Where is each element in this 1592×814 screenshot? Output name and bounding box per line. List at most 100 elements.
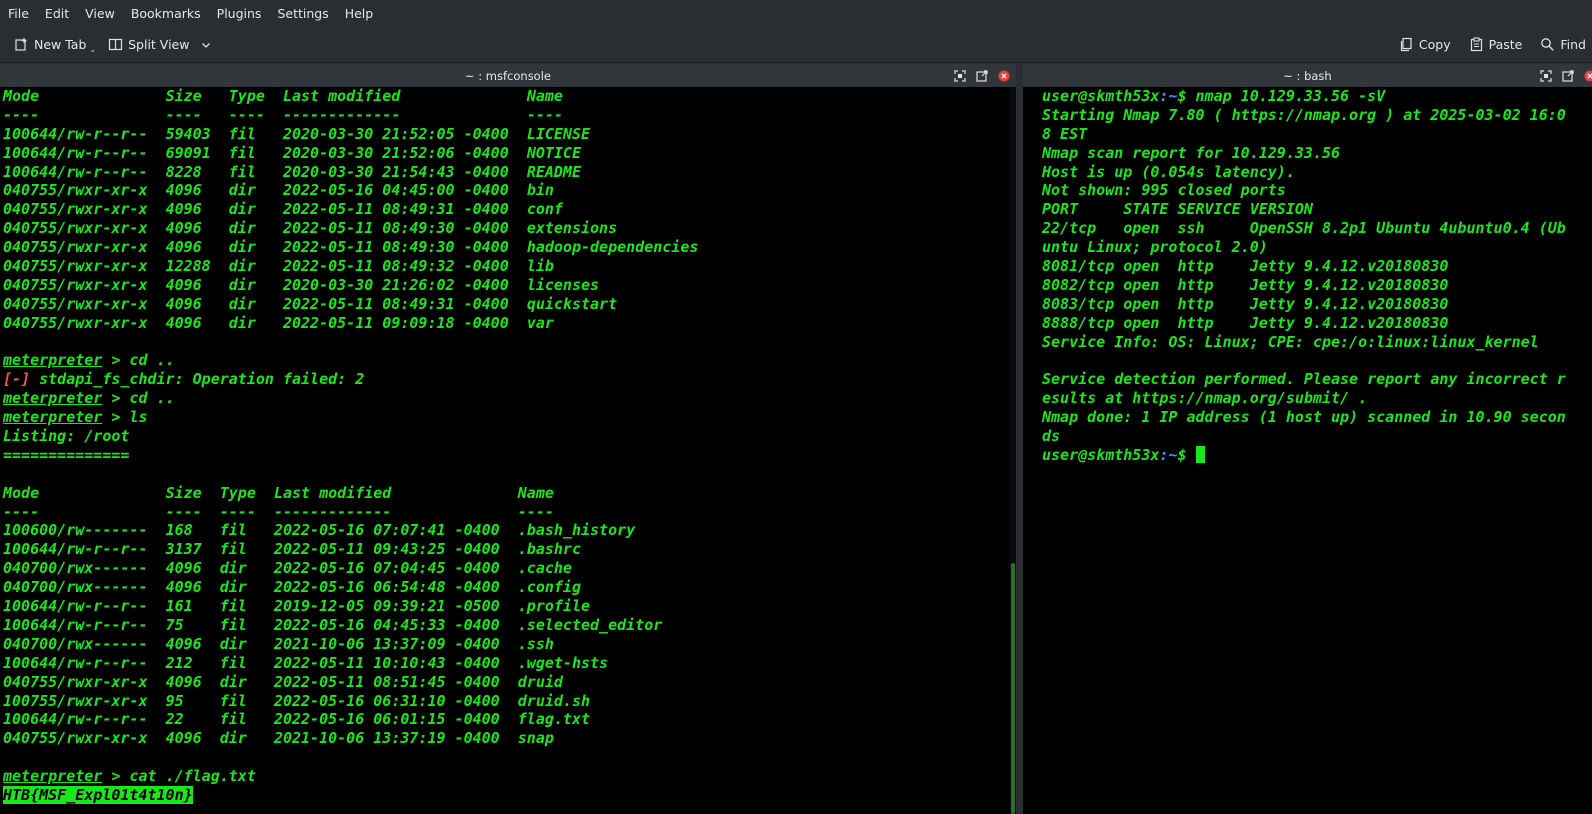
cell-size: 4096: [165, 729, 220, 748]
command-line-ls: meterpreter > ls: [3, 408, 1010, 427]
cell-mode: 040755/rwxr-xr-x: [3, 181, 166, 200]
cell-size: Size: [165, 483, 220, 502]
bash-prompt-line: user@skmth53x:~$: [1042, 445, 1592, 465]
cell-mode: 100644/rw-r--r--: [3, 615, 166, 634]
cell-type: fil: [219, 597, 274, 616]
cell-name: README: [526, 162, 581, 181]
cell-name: .config: [517, 578, 581, 597]
cell-mode: ----: [3, 105, 166, 124]
cell-type: fil: [219, 691, 274, 710]
table-row: 100644/rw-r--r-- 3137 fil 2022-05-11 09:…: [3, 540, 1010, 559]
cell-name: LICENSE: [526, 124, 591, 143]
cell-size: 59403: [165, 124, 229, 143]
listing-separator-row: ---- ---- ---- ------------- ----: [3, 106, 1010, 125]
cell-last-modified: 2019-12-05 09:39:21 -0500: [273, 597, 518, 616]
menu-bookmarks[interactable]: Bookmarks: [123, 0, 209, 27]
cell-name: .ssh: [517, 634, 554, 653]
bash-user: user@skmth53x: [1042, 445, 1160, 464]
cell-mode: 040755/rwxr-xr-x: [3, 200, 166, 219]
new-tab-label: New Tab: [34, 37, 87, 52]
cell-name: ----: [526, 105, 563, 124]
nmap-output-line: [1042, 351, 1592, 370]
cell-name: lib: [526, 257, 554, 276]
table-row: 100644/rw-r--r-- 69091 fil 2020-03-30 21…: [3, 144, 1010, 163]
cell-mode: 100600/rw-------: [3, 521, 166, 540]
cell-type: dir: [228, 181, 283, 200]
cell-type: fil: [228, 124, 283, 143]
table-row: 040755/rwxr-xr-x 4096 dir 2022-05-11 08:…: [3, 295, 1010, 314]
cell-size: 4096: [165, 672, 220, 691]
table-row: 100644/rw-r--r-- 22 fil 2022-05-16 06:01…: [3, 710, 1010, 729]
cell-size: 12288: [165, 257, 229, 276]
split-divider[interactable]: [1016, 64, 1023, 814]
detach-pane-icon[interactable]: [976, 69, 988, 82]
maximize-pane-icon[interactable]: [1540, 69, 1552, 82]
cell-last-modified: 2020-03-30 21:52:06 -0400: [282, 143, 527, 162]
nmap-output-line: 8082/tcp open http Jetty 9.4.12.v2018083…: [1042, 275, 1449, 294]
bash-path: :~: [1159, 87, 1178, 105]
table-row: 040755/rwxr-xr-x 4096 dir 2022-05-11 09:…: [3, 314, 1010, 333]
menu-settings[interactable]: Settings: [269, 0, 336, 27]
cell-name: Name: [517, 483, 554, 502]
table-row: 040755/rwxr-xr-x 4096 dir 2022-05-11 08:…: [3, 673, 1010, 692]
maximize-pane-icon[interactable]: [954, 69, 966, 82]
split-view-button[interactable]: Split View: [102, 31, 218, 59]
table-row: 100644/rw-r--r-- 59403 fil 2020-03-30 21…: [3, 125, 1010, 144]
cell-mode: 040755/rwxr-xr-x: [3, 238, 166, 257]
msfconsole-terminal[interactable]: Mode Size Type Last modified Name ---- --…: [0, 87, 1010, 814]
cell-type: dir: [219, 672, 274, 691]
cell-mode: 040755/rwxr-xr-x: [3, 313, 166, 332]
cell-size: 22: [165, 710, 220, 729]
cell-type: dir: [228, 257, 283, 276]
cell-type: dir: [228, 275, 283, 294]
table-row: 040755/rwxr-xr-x 4096 dir 2021-10-06 13:…: [3, 729, 1010, 748]
cell-size: 95: [165, 691, 220, 710]
menu-help[interactable]: Help: [337, 0, 382, 27]
cell-size: 4096: [165, 238, 229, 257]
command-text: > cat ./flag.txt: [102, 767, 256, 786]
left-terminal-scrollbar-thumb[interactable]: [1011, 563, 1015, 814]
cell-type: fil: [219, 615, 274, 634]
cell-last-modified: 2022-05-11 10:10:43 -0400: [273, 653, 518, 672]
cell-size: 75: [165, 615, 220, 634]
meterpreter-prompt: meterpreter: [3, 767, 103, 786]
nmap-output-line: Starting Nmap 7.80 ( https://nmap.org ) …: [1042, 105, 1566, 124]
cell-name: NOTICE: [526, 143, 581, 162]
cell-mode: 040755/rwxr-xr-x: [3, 672, 166, 691]
new-tab-button[interactable]: New Tab ⌄: [8, 31, 102, 59]
cell-type: Type: [219, 483, 274, 502]
menu-view[interactable]: View: [77, 0, 123, 27]
left-pane-title: ~ : msfconsole: [464, 68, 551, 83]
table-row: 100644/rw-r--r-- 8228 fil 2020-03-30 21:…: [3, 163, 1010, 182]
paste-button[interactable]: Paste: [1463, 31, 1529, 59]
cell-last-modified: 2022-05-11 08:49:31 -0400: [282, 200, 527, 219]
cell-name: licenses: [526, 275, 600, 294]
menu-edit[interactable]: Edit: [37, 0, 77, 27]
table-row: 100644/rw-r--r-- 161 fil 2019-12-05 09:3…: [3, 597, 1010, 616]
cell-type: dir: [228, 200, 283, 219]
command-line-cat: meterpreter > cat ./flag.txt: [3, 767, 1010, 786]
find-button[interactable]: Find: [1534, 31, 1592, 59]
table-row: 100600/rw------- 168 fil 2022-05-16 07:0…: [3, 521, 1010, 540]
command-line-cd-2: meterpreter > cd ..: [3, 389, 1010, 408]
cell-size: 4096: [165, 219, 229, 238]
close-pane-icon[interactable]: [998, 70, 1010, 82]
cell-type: dir: [228, 294, 283, 313]
cell-name: conf: [526, 200, 563, 219]
copy-button[interactable]: Copy: [1393, 31, 1457, 59]
cell-last-modified: 2022-05-11 08:49:30 -0400: [282, 219, 527, 238]
cell-last-modified: -------------: [282, 105, 527, 124]
bash-terminal[interactable]: user@skmth53x:~$ nmap 10.129.33.56 -sV S…: [1023, 87, 1592, 814]
chevron-down-icon[interactable]: [200, 39, 212, 51]
detach-pane-icon[interactable]: [1562, 69, 1574, 82]
close-pane-icon[interactable]: [1584, 70, 1592, 82]
right-pane-title: ~ : bash: [1283, 68, 1332, 83]
menu-plugins[interactable]: Plugins: [209, 0, 270, 27]
right-pane-actions: [1540, 64, 1592, 87]
cell-type: fil: [228, 162, 283, 181]
menu-file[interactable]: File: [0, 0, 37, 27]
meterpreter-prompt: meterpreter: [3, 351, 103, 370]
new-tab-menu-arrow-icon[interactable]: ⌄: [89, 45, 96, 54]
cell-size: 3137: [165, 540, 220, 559]
cell-size: 161: [165, 597, 220, 616]
